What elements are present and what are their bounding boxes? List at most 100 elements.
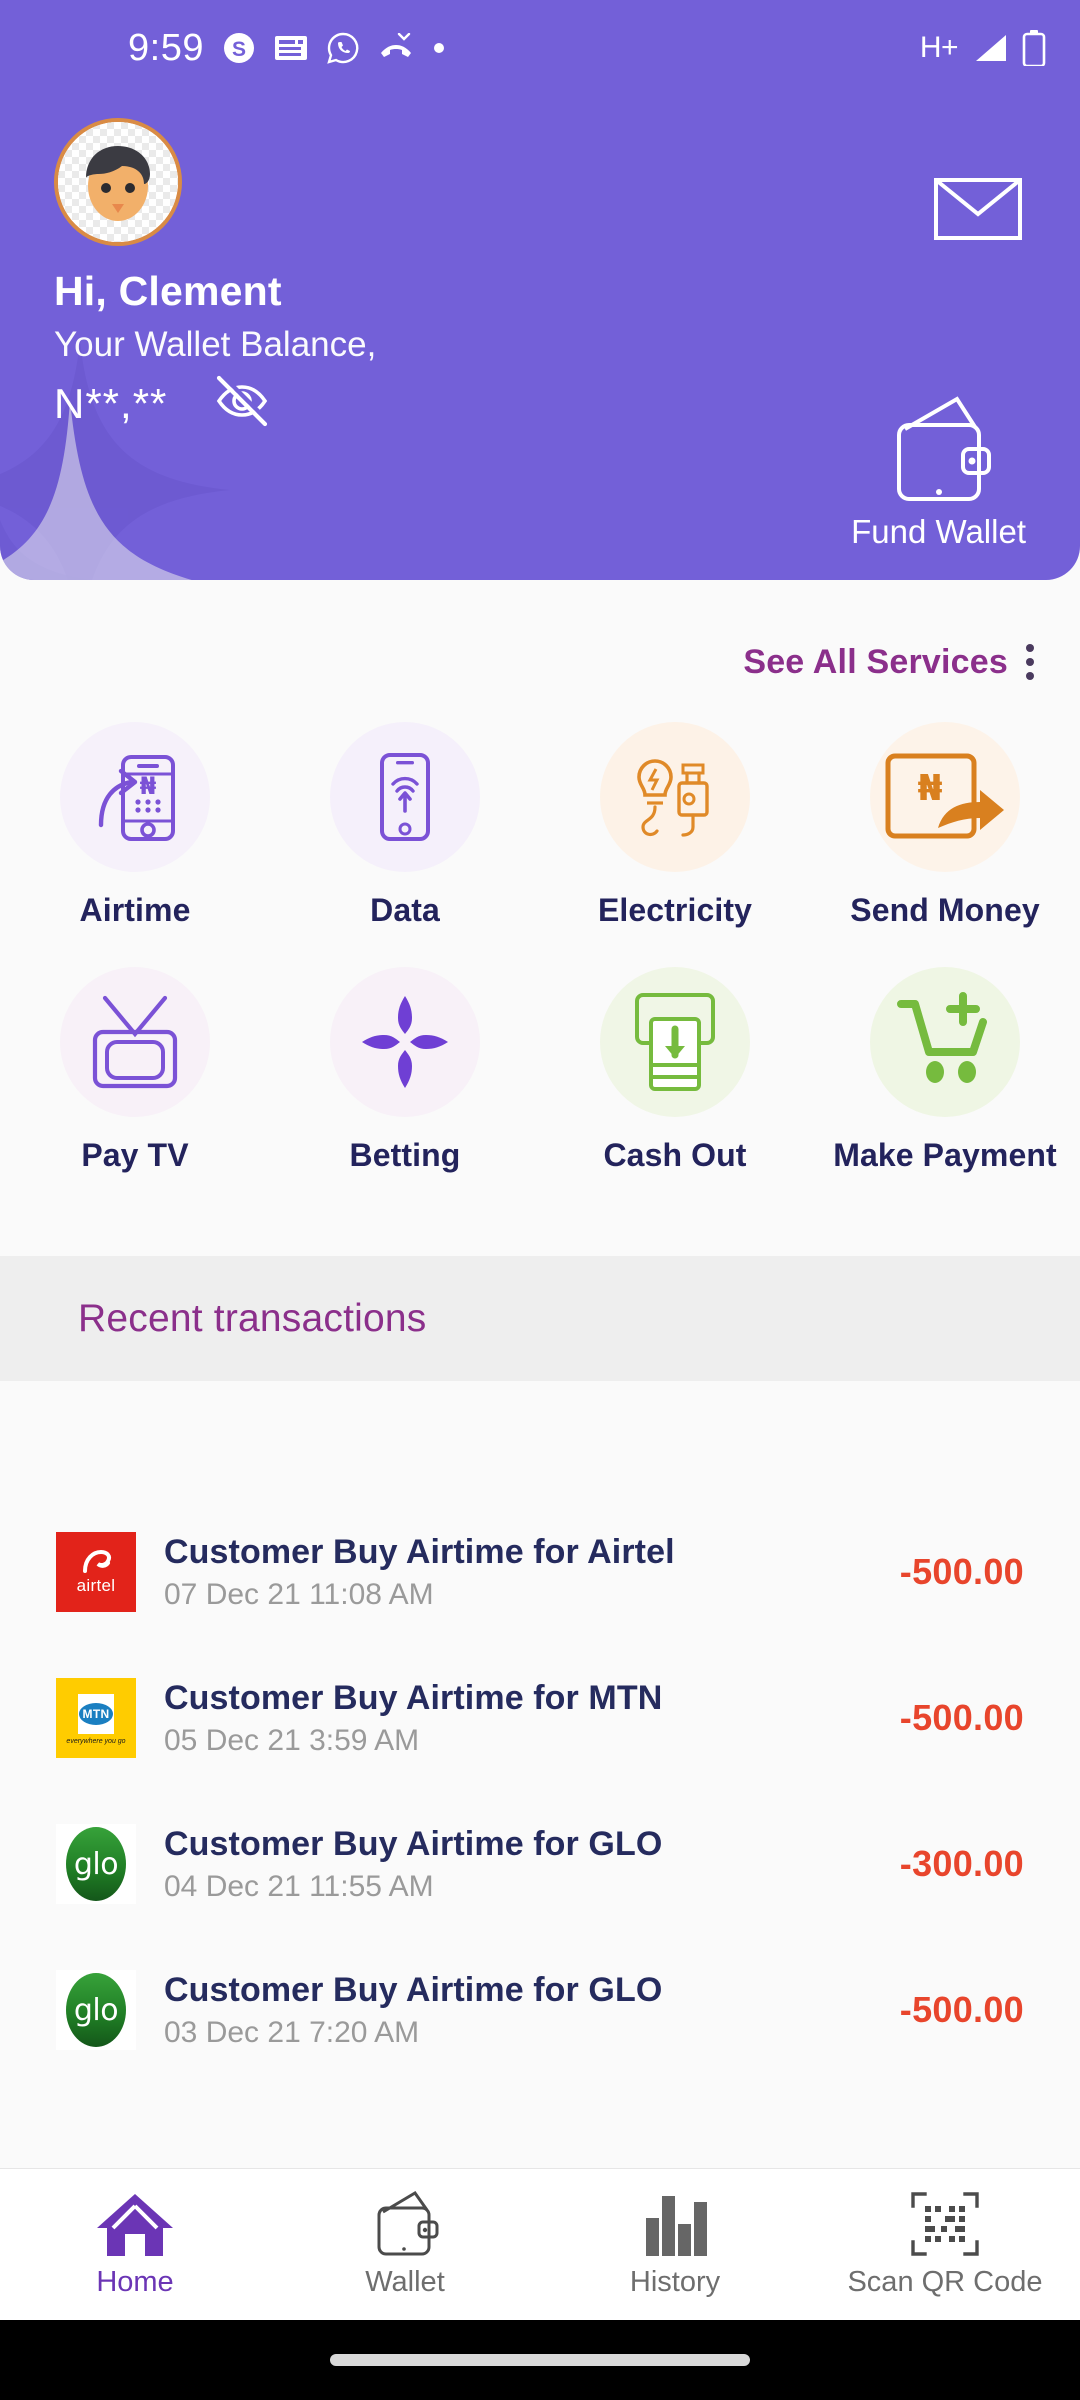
fund-wallet-button[interactable]: Fund Wallet xyxy=(851,395,1026,551)
transactions-list: airtel Customer Buy Airtime for Airtel 0… xyxy=(0,1381,1080,2168)
signal-icon xyxy=(972,33,1008,63)
data-icon xyxy=(330,722,480,872)
fund-wallet-label: Fund Wallet xyxy=(851,513,1026,550)
profile-row xyxy=(0,95,1080,246)
airtime-icon: ₦ xyxy=(60,722,210,872)
header-panel: 9:59 S H+ Hi, Clement Your Wallet Balanc… xyxy=(0,0,1080,580)
avatar[interactable] xyxy=(54,118,182,246)
glo-wordmark: glo xyxy=(66,1973,126,2047)
transaction-title: Customer Buy Airtime for MTN xyxy=(164,1678,663,1717)
mtn-tagline: everywhere you go xyxy=(66,1737,126,1745)
balance-amount: N**,** xyxy=(54,379,168,427)
transaction-amount: -500.00 xyxy=(899,1551,1024,1592)
service-label: Pay TV xyxy=(81,1137,189,1173)
status-bar-right: H+ xyxy=(919,29,1046,66)
dot-icon xyxy=(432,41,446,55)
see-all-services-row: See All Services xyxy=(0,580,1080,688)
battery-icon xyxy=(1022,29,1046,66)
service-tile-pay-tv[interactable]: Pay TV xyxy=(0,967,270,1174)
eye-off-icon[interactable] xyxy=(213,373,272,432)
app-screen: 9:59 S H+ Hi, Clement Your Wallet Balanc… xyxy=(0,0,1080,2400)
nav-item-scan-qr-code[interactable]: Scan QR Code xyxy=(810,2190,1080,2299)
service-label: Electricity xyxy=(597,892,753,928)
service-tile-electricity[interactable]: Electricity xyxy=(540,722,810,929)
nav-item-history[interactable]: History xyxy=(540,2190,810,2299)
more-options-icon[interactable] xyxy=(1016,636,1052,688)
service-tile-data[interactable]: Data xyxy=(270,722,540,929)
table-row[interactable]: glo Customer Buy Airtime for GLO 03 Dec … xyxy=(0,1937,1080,2083)
services-grid: ₦ Airtime Data Electricity ₦ Send Money … xyxy=(0,688,1080,1174)
avatar-illustration xyxy=(86,146,150,221)
recent-transactions-title: Recent transactions xyxy=(78,1296,427,1340)
transaction-info: Customer Buy Airtime for MTN 05 Dec 21 3… xyxy=(164,1679,900,1758)
gesture-pill[interactable] xyxy=(330,2354,750,2366)
glo-logo: glo xyxy=(56,1824,136,1904)
pay-tv-icon xyxy=(60,967,210,1117)
transaction-date: 04 Dec 21 11:55 AM xyxy=(164,1869,434,1903)
service-tile-make-payment[interactable]: Make Payment xyxy=(810,967,1080,1174)
whatsapp-icon xyxy=(326,31,360,65)
news-icon xyxy=(274,33,308,63)
svg-text:₦: ₦ xyxy=(917,768,942,809)
status-bar-clock: 9:59 xyxy=(128,26,204,69)
wallet-icon xyxy=(377,2191,439,2256)
nav-label: Scan QR Code xyxy=(847,2266,1043,2298)
service-label: Airtime xyxy=(79,892,191,928)
service-tile-betting[interactable]: Betting xyxy=(270,967,540,1174)
transaction-info: Customer Buy Airtime for GLO 04 Dec 21 1… xyxy=(164,1825,900,1904)
missed-call-icon xyxy=(378,32,414,63)
transaction-amount: -500.00 xyxy=(899,1697,1024,1738)
service-tile-airtime[interactable]: ₦ Airtime xyxy=(0,722,270,929)
svg-text:₦: ₦ xyxy=(140,772,157,800)
betting-icon xyxy=(330,967,480,1117)
skype-icon: S xyxy=(222,31,256,65)
airtel-logo: airtel xyxy=(56,1532,136,1612)
transaction-title: Customer Buy Airtime for GLO xyxy=(164,1824,663,1863)
electricity-icon xyxy=(600,722,750,872)
transaction-title: Customer Buy Airtime for GLO xyxy=(164,1970,663,2009)
network-type-label: H+ xyxy=(919,30,959,64)
airtel-wordmark: airtel xyxy=(76,1575,116,1595)
transaction-date: 07 Dec 21 11:08 AM xyxy=(164,1577,434,1611)
greeting-text: Hi, Clement xyxy=(54,268,282,314)
wallet-icon xyxy=(896,396,991,501)
transaction-info: Customer Buy Airtime for Airtel 07 Dec 2… xyxy=(164,1533,900,1612)
glo-logo: glo xyxy=(56,1970,136,2050)
service-label: Data xyxy=(370,892,440,928)
bottom-navigation: Home Wallet History Scan QR Code xyxy=(0,2168,1080,2320)
transaction-amount: -300.00 xyxy=(899,1843,1024,1884)
see-all-services-link[interactable]: See All Services xyxy=(743,643,1008,682)
decorative-star-shape xyxy=(0,340,230,580)
nav-item-home[interactable]: Home xyxy=(0,2190,270,2299)
recent-transactions-header: Recent transactions xyxy=(0,1256,1080,1381)
transaction-date: 03 Dec 21 7:20 AM xyxy=(164,2015,420,2049)
table-row[interactable]: airtel Customer Buy Airtime for Airtel 0… xyxy=(0,1499,1080,1645)
service-label: Send Money xyxy=(850,892,1040,928)
gesture-navigation-bar xyxy=(0,2320,1080,2400)
nav-label: Wallet xyxy=(365,2266,445,2298)
cash-out-icon xyxy=(600,967,750,1117)
service-label: Make Payment xyxy=(833,1137,1057,1173)
svg-text:S: S xyxy=(232,38,246,61)
balance-label: Your Wallet Balance, xyxy=(54,325,377,364)
home-icon xyxy=(97,2194,173,2256)
nav-label: History xyxy=(629,2266,721,2298)
transaction-title: Customer Buy Airtime for Airtel xyxy=(164,1532,675,1571)
glo-wordmark: glo xyxy=(66,1827,126,1901)
nav-item-wallet[interactable]: Wallet xyxy=(270,2190,540,2299)
table-row[interactable]: MTN everywhere you go Customer Buy Airti… xyxy=(0,1645,1080,1791)
service-tile-cash-out[interactable]: Cash Out xyxy=(540,967,810,1174)
service-tile-send-money[interactable]: ₦ Send Money xyxy=(810,722,1080,929)
service-label: Betting xyxy=(349,1137,461,1173)
send-money-icon: ₦ xyxy=(870,722,1020,872)
services-section: See All Services ₦ Airtime Data Electric… xyxy=(0,580,1080,1174)
transaction-info: Customer Buy Airtime for GLO 03 Dec 21 7… xyxy=(164,1971,900,2050)
transaction-date: 05 Dec 21 3:59 AM xyxy=(164,1723,420,1757)
make-payment-icon xyxy=(870,967,1020,1117)
transaction-amount: -500.00 xyxy=(899,1989,1024,2030)
mtn-wordmark: MTN xyxy=(79,1702,113,1725)
service-label: Cash Out xyxy=(603,1137,747,1173)
status-bar: 9:59 S H+ xyxy=(0,0,1080,95)
table-row[interactable]: glo Customer Buy Airtime for GLO 04 Dec … xyxy=(0,1791,1080,1937)
status-bar-left: 9:59 S xyxy=(128,29,446,67)
